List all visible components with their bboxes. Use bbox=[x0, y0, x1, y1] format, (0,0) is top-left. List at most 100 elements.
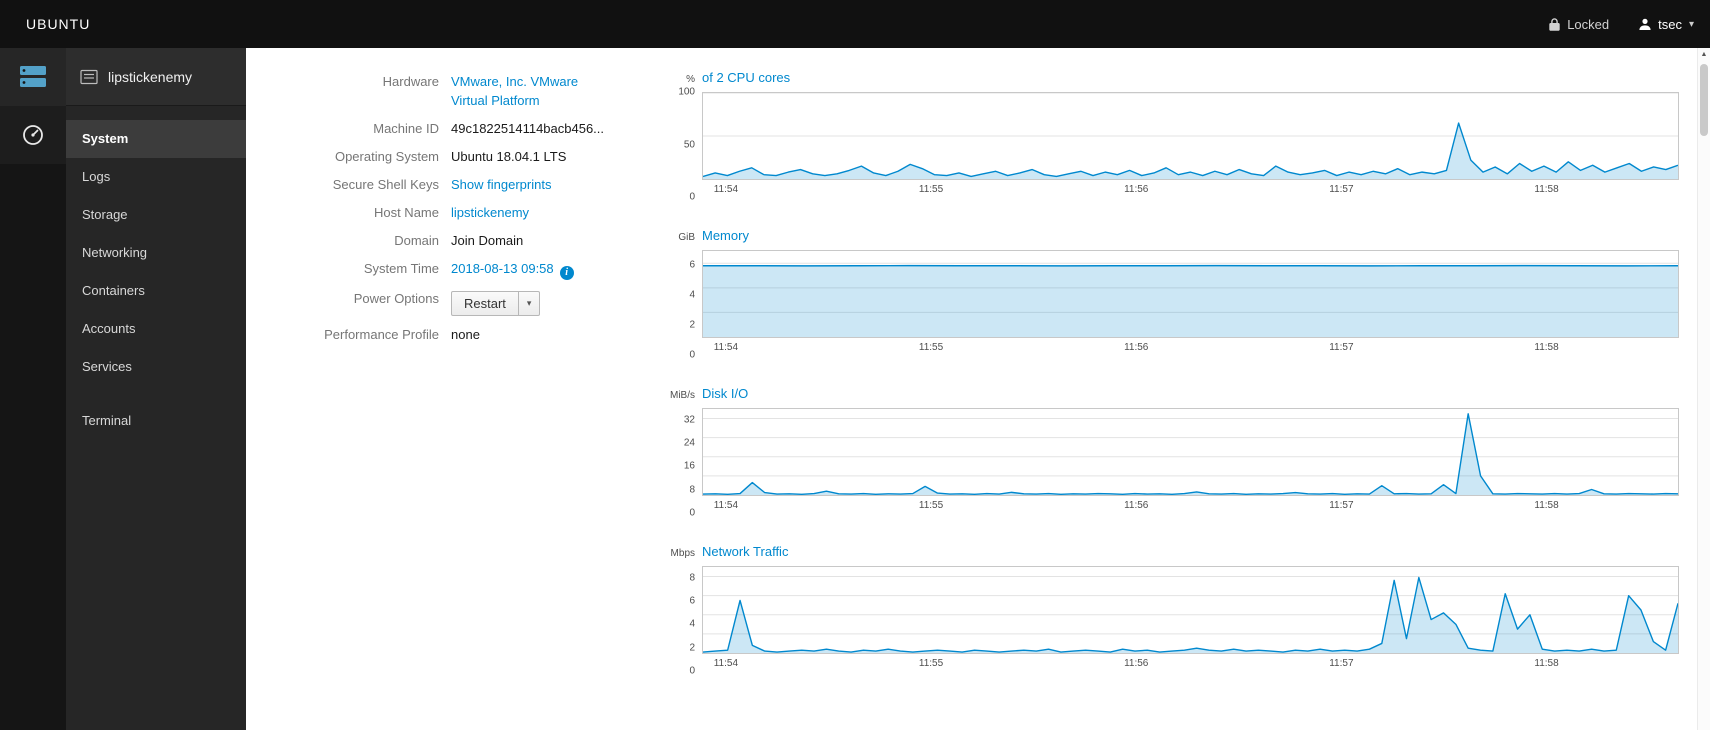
chart-plot-cpu bbox=[702, 92, 1679, 180]
x-tick-label: 11:57 bbox=[1329, 658, 1354, 669]
dashboard-icon bbox=[21, 123, 45, 147]
x-tick-label: 11:56 bbox=[1124, 658, 1149, 669]
sidebar-item-containers[interactable]: Containers bbox=[66, 272, 246, 310]
x-tick-label: 11:58 bbox=[1534, 658, 1559, 669]
sidebar-item-networking[interactable]: Networking bbox=[66, 234, 246, 272]
y-axis-disk: 0 8 16 24 32 bbox=[666, 408, 702, 518]
host-name: lipstickenemy bbox=[108, 68, 193, 85]
info-value-hardware: VMware, Inc. VMware Virtual Platform bbox=[451, 72, 611, 110]
join-domain-action[interactable]: Join Domain bbox=[451, 233, 523, 248]
y-tick-label: 6 bbox=[689, 595, 695, 607]
x-tick-label: 11:56 bbox=[1124, 500, 1149, 511]
info-label-performance-profile: Performance Profile bbox=[324, 327, 439, 342]
x-tick-label: 11:56 bbox=[1124, 184, 1149, 195]
info-value-machine-id: 49c1822514114bacb456... bbox=[451, 119, 604, 138]
x-axis-memory: 11:54 11:55 11:56 11:57 11:58 bbox=[702, 338, 1679, 355]
username: tsec bbox=[1658, 16, 1682, 32]
scrollbar-thumb[interactable] bbox=[1700, 64, 1708, 136]
x-tick-label: 11:58 bbox=[1534, 500, 1559, 511]
info-row-performance-profile: Performance Profile none bbox=[266, 325, 666, 344]
info-row-operating-system: Operating System Ubuntu 18.04.1 LTS bbox=[266, 147, 666, 166]
info-label-domain: Domain bbox=[394, 233, 439, 248]
y-tick-label: 50 bbox=[683, 139, 695, 150]
sidebar-item-terminal[interactable]: Terminal bbox=[66, 402, 246, 440]
chart-title-memory[interactable]: Memory bbox=[702, 228, 749, 243]
x-axis-cpu: 11:54 11:55 11:56 11:57 11:58 bbox=[702, 180, 1679, 197]
y-tick-label: 2 bbox=[689, 642, 695, 654]
x-axis-network: 11:54 11:55 11:56 11:57 11:58 bbox=[702, 654, 1679, 671]
y-tick-label: 8 bbox=[689, 484, 695, 496]
info-row-host-name: Host Name lipstickenemy bbox=[266, 203, 666, 222]
sidebar-item-accounts[interactable]: Accounts bbox=[66, 310, 246, 348]
info-row-machine-id: Machine ID 49c1822514114bacb456... bbox=[266, 119, 666, 138]
system-info: Hardware VMware, Inc. VMware Virtual Plat… bbox=[266, 70, 666, 730]
host-machine-button[interactable] bbox=[0, 48, 66, 106]
chart-plot-memory bbox=[702, 250, 1679, 338]
dashboard-button[interactable] bbox=[0, 106, 66, 164]
info-label-system-time: System Time bbox=[363, 261, 439, 276]
x-tick-label: 11:55 bbox=[918, 184, 944, 195]
info-label-secure-shell-keys: Secure Shell Keys bbox=[332, 177, 439, 192]
locked-indicator[interactable]: Locked bbox=[1549, 17, 1609, 32]
y-tick-label: 8 bbox=[689, 572, 695, 584]
hardware-link[interactable]: VMware, Inc. VMware Virtual Platform bbox=[451, 74, 578, 108]
chart-title-network[interactable]: Network Traffic bbox=[702, 544, 788, 559]
chart-network: Mbps Network Traffic 0 2 4 6 8 11:54 11:55 11:56 1… bbox=[666, 544, 1679, 677]
machines-rail bbox=[0, 48, 66, 730]
sidebar-item-system[interactable]: System bbox=[66, 120, 246, 158]
secure-shell-keys-link[interactable]: Show fingerprints bbox=[451, 177, 551, 192]
user-menu[interactable]: tsec ▾ bbox=[1639, 17, 1694, 32]
x-tick-label: 11:58 bbox=[1534, 342, 1559, 353]
y-axis-cpu: 0 50 100 bbox=[666, 87, 702, 203]
chart-unit-label: % bbox=[686, 74, 695, 85]
y-tick-label: 0 bbox=[689, 349, 695, 361]
x-tick-label: 11:55 bbox=[918, 342, 944, 353]
chart-head-memory: GiB Memory bbox=[666, 228, 1679, 243]
chart-title-cpu[interactable]: of 2 CPU cores bbox=[702, 70, 790, 85]
restart-button[interactable]: Restart bbox=[451, 291, 519, 316]
chart-head-cpu: % of 2 CPU cores bbox=[666, 70, 1679, 85]
info-label-machine-id: Machine ID bbox=[373, 121, 439, 136]
y-tick-label: 0 bbox=[689, 665, 695, 677]
chart-disk: MiB/s Disk I/O 0 8 16 24 32 11:54 11:55 11:56 11:5… bbox=[666, 386, 1679, 519]
chart-title-disk[interactable]: Disk I/O bbox=[702, 386, 748, 401]
x-tick-label: 11:58 bbox=[1534, 184, 1559, 195]
chevron-down-icon: ▾ bbox=[1688, 18, 1694, 30]
sidebar-item-storage[interactable]: Storage bbox=[66, 196, 246, 234]
chart-plot-disk bbox=[702, 408, 1679, 496]
chart-unit-label: Mbps bbox=[670, 548, 695, 559]
info-value-host-name: lipstickenemy bbox=[451, 203, 529, 222]
y-tick-label: 4 bbox=[689, 618, 695, 630]
sidebar-item-logs[interactable]: Logs bbox=[66, 158, 246, 196]
y-tick-label: 6 bbox=[689, 259, 695, 271]
x-axis-disk: 11:54 11:55 11:56 11:57 11:58 bbox=[702, 496, 1679, 513]
y-tick-label: 4 bbox=[689, 289, 695, 301]
scroll-up-arrow[interactable]: ▲ bbox=[1698, 48, 1710, 62]
power-options-caret-button[interactable]: ▾ bbox=[518, 291, 541, 316]
y-tick-label: 100 bbox=[678, 86, 695, 98]
host-header[interactable]: lipstickenemy bbox=[66, 48, 246, 106]
power-options-group: Restart ▾ bbox=[451, 291, 541, 316]
y-axis-memory: 0 2 4 6 bbox=[666, 250, 702, 361]
info-row-system-time: System Time 2018-08-13 09:58 i bbox=[266, 259, 666, 280]
system-time-link[interactable]: 2018-08-13 09:58 bbox=[451, 261, 554, 276]
y-tick-label: 32 bbox=[683, 414, 695, 426]
host-name-link[interactable]: lipstickenemy bbox=[451, 205, 529, 220]
app-body: lipstickenemy System Logs Storage Networkin… bbox=[0, 48, 1710, 730]
scrollbar[interactable]: ▲ bbox=[1697, 48, 1710, 730]
y-tick-label: 16 bbox=[683, 460, 695, 472]
x-tick-label: 11:57 bbox=[1329, 184, 1354, 195]
y-tick-label: 2 bbox=[689, 319, 695, 331]
topbar-right: Locked tsec ▾ bbox=[1549, 17, 1694, 32]
y-tick-label: 0 bbox=[689, 191, 695, 203]
sidebar-item-services[interactable]: Services bbox=[66, 348, 246, 386]
chart-plot-network bbox=[702, 566, 1679, 654]
lock-icon bbox=[1549, 17, 1560, 31]
info-circle-icon[interactable]: i bbox=[559, 266, 574, 280]
x-tick-label: 11:54 bbox=[713, 658, 739, 669]
info-value-operating-system: Ubuntu 18.04.1 LTS bbox=[451, 147, 566, 166]
topbar: UBUNTU Locked tsec ▾ bbox=[0, 0, 1710, 48]
chart-head-network: Mbps Network Traffic bbox=[666, 544, 1679, 559]
chart-cpu: % of 2 CPU cores 0 50 100 11:54 11:55 11:56 11:5… bbox=[666, 70, 1679, 203]
